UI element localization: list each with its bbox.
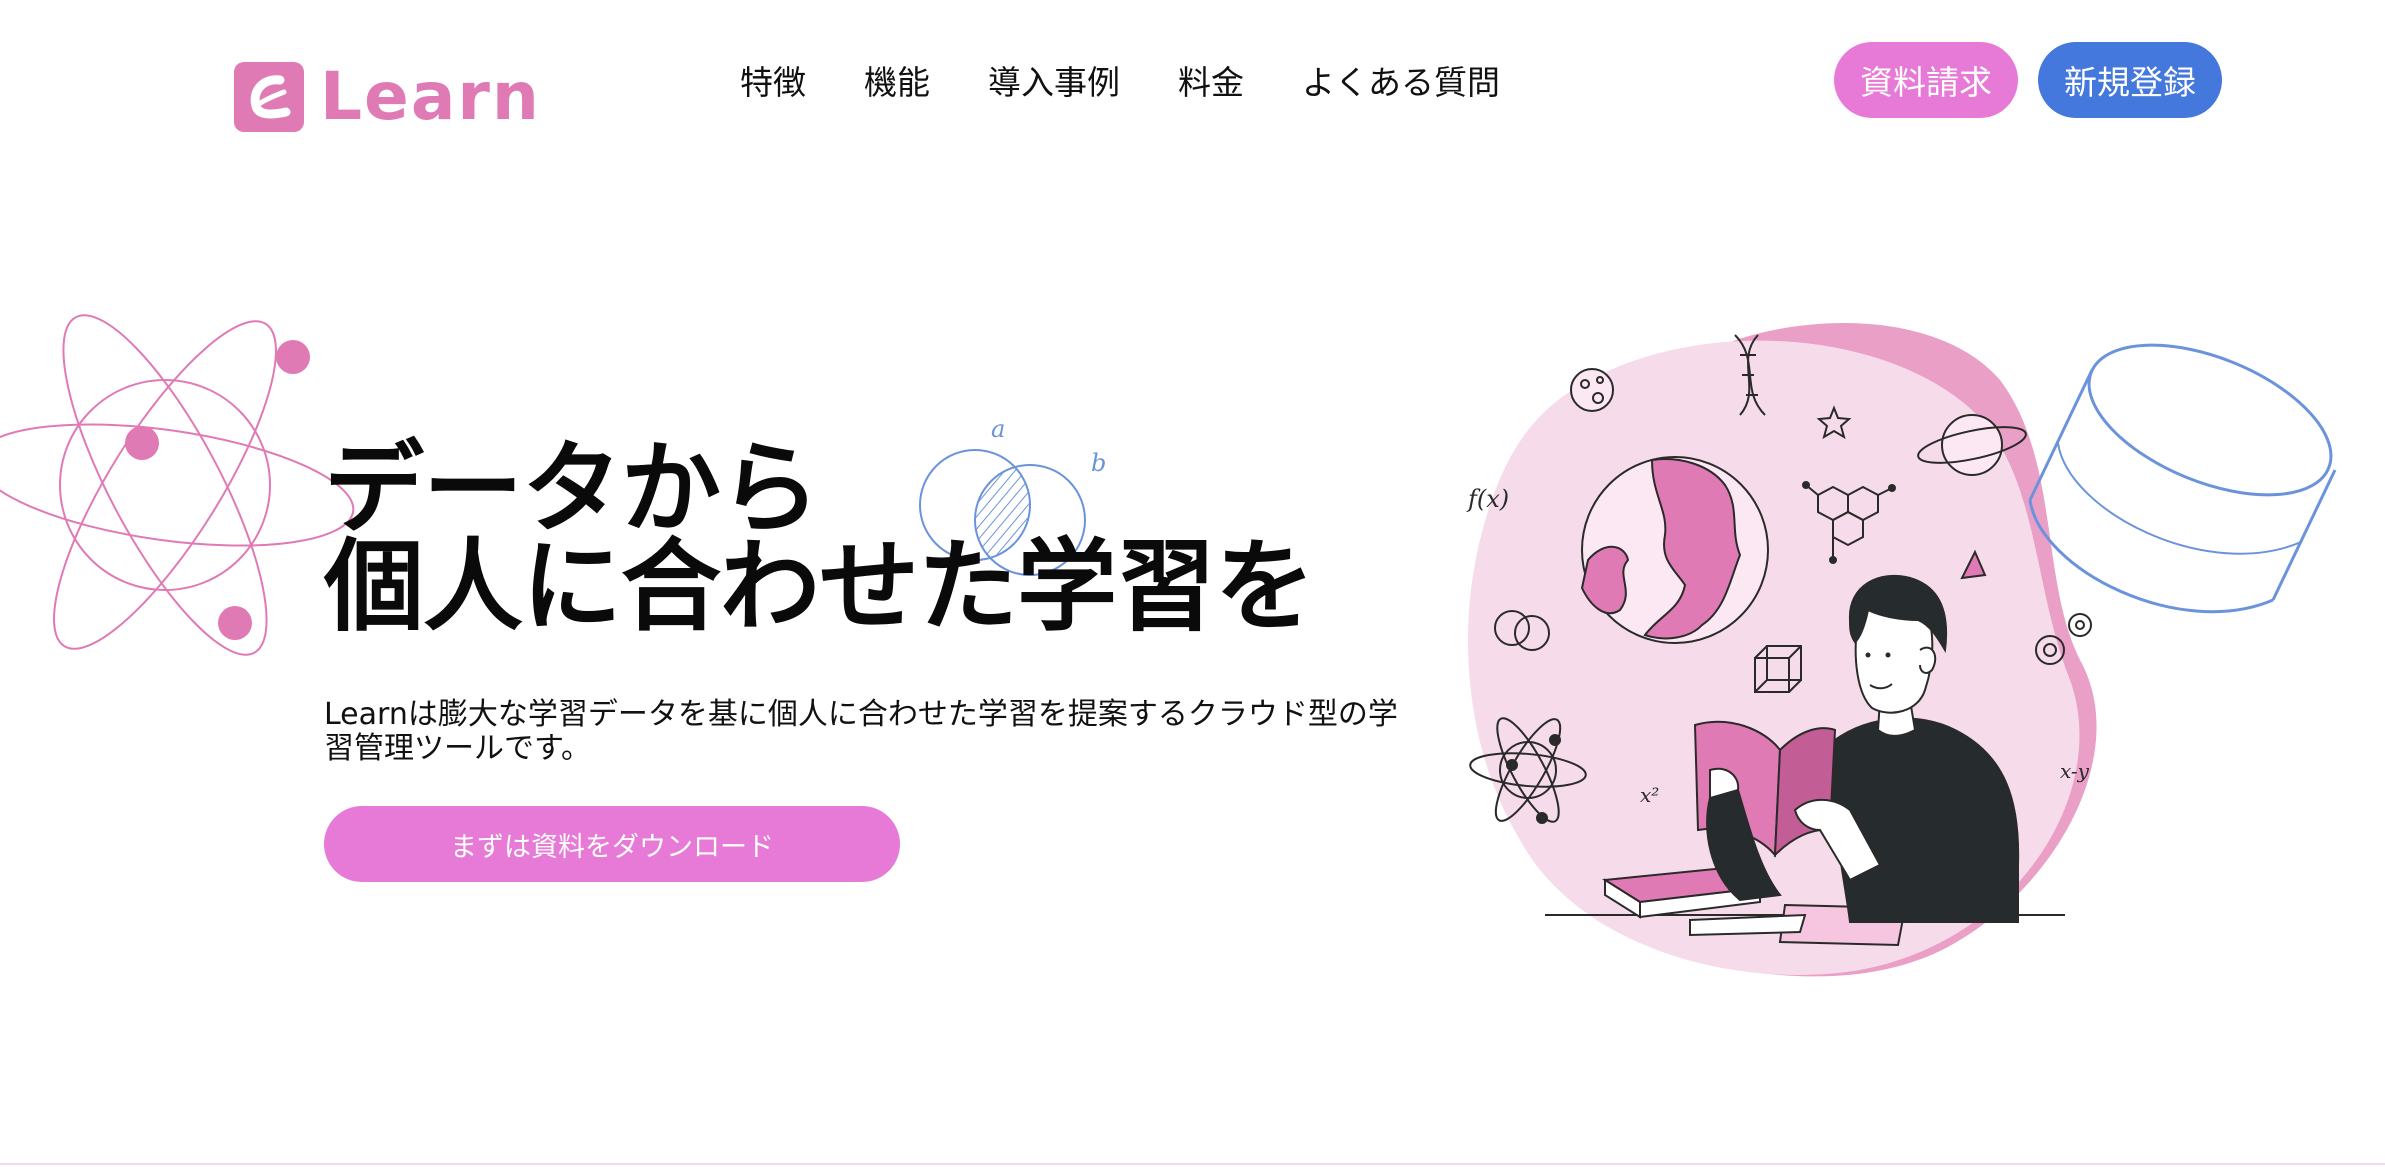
function-label: f(x) bbox=[1466, 485, 1509, 513]
hero-description: Learnは膨大な学習データを基に個人に合わせた学習を提案するクラウド型の学習管… bbox=[324, 697, 1398, 766]
logo-mark-icon bbox=[234, 62, 304, 132]
nav-item-features[interactable]: 特徴 bbox=[740, 56, 806, 104]
cylinder-icon bbox=[2028, 343, 2337, 614]
logo-link[interactable]: Learn bbox=[234, 60, 541, 134]
hero-title: データから 個人に合わせた学習を bbox=[324, 430, 1315, 645]
venn-label-a: a bbox=[991, 415, 1005, 443]
document-request-button[interactable]: 資料請求 bbox=[1834, 42, 2018, 118]
hero-title-line2: 個人に合わせた学習を bbox=[324, 528, 1315, 645]
globe-icon bbox=[1580, 456, 1769, 644]
nav-item-faq[interactable]: よくある質問 bbox=[1302, 56, 1500, 104]
nav-item-functions[interactable]: 機能 bbox=[864, 56, 930, 104]
register-button[interactable]: 新規登録 bbox=[2038, 42, 2222, 118]
nav-item-case-studies[interactable]: 導入事例 bbox=[988, 56, 1120, 104]
moon-icon bbox=[1570, 368, 1614, 412]
landing-page: Learn 特徴 機能 導入事例 料金 よくある質問 資料請求 新規登録 a b… bbox=[0, 0, 2385, 1167]
download-document-button[interactable]: まずは資料をダウンロード bbox=[324, 806, 900, 882]
main-nav: 特徴 機能 導入事例 料金 よくある質問 bbox=[740, 54, 1500, 106]
student-reading-illustration: f(x) x² x-y bbox=[1466, 322, 2337, 977]
logo-text: Learn bbox=[320, 58, 541, 135]
squared-label: x² bbox=[1640, 783, 1659, 807]
section-divider bbox=[0, 1163, 2385, 1165]
hero-title-line1: データから bbox=[324, 430, 820, 547]
nav-item-pricing[interactable]: 料金 bbox=[1178, 56, 1244, 104]
equation-label: x-y bbox=[2060, 759, 2090, 783]
